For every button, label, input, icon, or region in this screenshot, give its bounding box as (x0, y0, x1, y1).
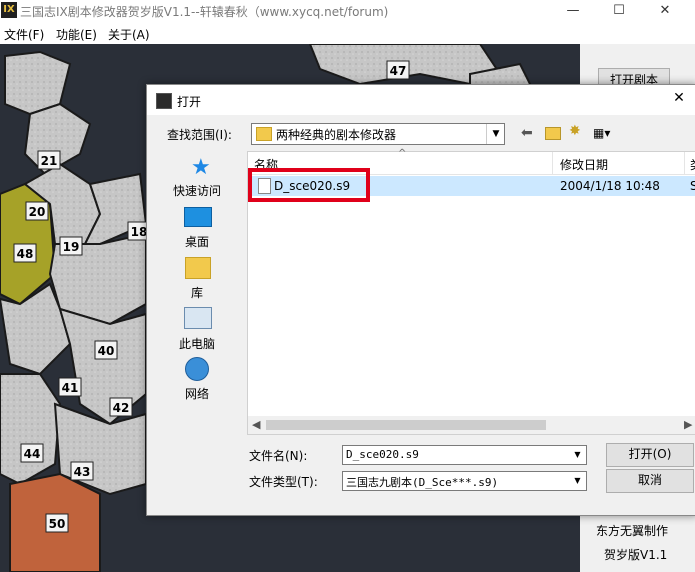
province-label[interactable]: 18 (131, 225, 148, 239)
menu-bar (0, 22, 695, 44)
filename-value: D_sce020.s9 (346, 448, 419, 461)
menu-file[interactable]: 文件(F) (4, 26, 44, 43)
lookin-label: 查找范围(I): (167, 128, 232, 142)
scroll-left-icon[interactable]: ◀ (252, 418, 260, 431)
province-label[interactable]: 21 (41, 154, 58, 168)
folder-icon (256, 127, 272, 141)
library-icon[interactable] (185, 257, 211, 279)
filename-label: 文件名(N): (249, 449, 308, 463)
menu-about[interactable]: 关于(A) (108, 26, 150, 43)
column-divider-2 (684, 152, 685, 174)
chevron-down-icon[interactable]: ▼ (569, 472, 586, 490)
scroll-right-icon[interactable]: ▶ (684, 418, 692, 431)
file-date: 2004/1/18 10:48 (560, 179, 660, 193)
up-folder-icon[interactable] (545, 127, 561, 140)
horizontal-scrollbar[interactable]: ◀ ▶ (248, 416, 695, 434)
province-label[interactable]: 42 (113, 401, 130, 415)
desktop-icon[interactable] (184, 207, 212, 227)
place-library[interactable]: 库 (162, 284, 232, 301)
filetype-select[interactable]: 三国志九剧本(D_Sce***.s9) ▼ (342, 471, 587, 491)
column-extra[interactable]: 类 (690, 156, 695, 173)
province-label[interactable]: 43 (74, 465, 91, 479)
filename-input[interactable]: D_sce020.s9 ▼ (342, 445, 587, 465)
place-this-pc[interactable]: 此电脑 (162, 335, 232, 352)
back-icon[interactable]: ⬅ (521, 125, 533, 141)
file-list[interactable]: ^ 名称 修改日期 类 D_sce020.s9 2004/1/18 10:48 … (247, 148, 695, 435)
new-folder-icon[interactable]: ✸ (569, 123, 581, 139)
file-extra: S (690, 179, 695, 193)
province-label[interactable]: 41 (62, 381, 79, 395)
lookin-value: 两种经典的剧本修改器 (276, 128, 397, 142)
this-pc-icon[interactable] (184, 307, 212, 329)
filetype-value: 三国志九剧本(D_Sce***.s9) (346, 476, 499, 489)
dialog-close-button[interactable]: ✕ (667, 90, 691, 110)
highlight-box (248, 168, 370, 202)
province-label[interactable]: 40 (98, 344, 115, 358)
province-label[interactable]: 19 (63, 240, 80, 254)
province-label[interactable]: 48 (17, 247, 34, 261)
network-icon[interactable] (185, 357, 209, 381)
minimize-button[interactable]: — (550, 0, 596, 22)
place-quick-access[interactable]: 快速访问 (162, 182, 232, 199)
quick-access-icon[interactable]: ★ (191, 155, 211, 180)
province-label[interactable]: 50 (49, 517, 66, 531)
province-label[interactable]: 44 (24, 447, 41, 461)
dialog-app-icon (156, 93, 172, 109)
province-label[interactable]: 20 (29, 205, 46, 219)
view-menu-icon[interactable]: ▦▾ (593, 126, 610, 140)
credit-line-1: 东方无翼制作 (596, 524, 669, 538)
lookin-combo[interactable]: 两种经典的剧本修改器 ▼ (251, 123, 505, 145)
chevron-down-icon[interactable]: ▼ (486, 124, 505, 144)
sort-caret-icon: ^ (398, 148, 407, 159)
window-title: 三国志IX剧本修改器贺岁版V1.1--轩辕春秋（www.xycq.net/for… (20, 5, 389, 19)
menu-function[interactable]: 功能(E) (56, 26, 97, 43)
column-date[interactable]: 修改日期 (560, 156, 608, 173)
dialog-title-bar (147, 85, 695, 115)
scroll-thumb[interactable] (266, 420, 546, 430)
place-desktop[interactable]: 桌面 (162, 233, 232, 250)
filetype-label: 文件类型(T): (249, 475, 318, 489)
column-divider (552, 152, 553, 174)
province-label[interactable]: 47 (390, 64, 407, 78)
cancel-button[interactable]: 取消 (606, 469, 694, 493)
dialog-title: 打开 (177, 95, 202, 109)
chevron-down-icon[interactable]: ▼ (569, 446, 586, 464)
open-button[interactable]: 打开(O) (606, 443, 694, 467)
credit-line-2: 贺岁版V1.1 (604, 548, 668, 562)
open-dialog: 打开 ✕ 查找范围(I): 两种经典的剧本修改器 ▼ ⬅ ✸ ▦▾ ★ 快速访问… (146, 84, 695, 516)
maximize-button[interactable]: ☐ (596, 0, 642, 22)
close-button[interactable]: ✕ (642, 0, 688, 22)
place-network[interactable]: 网络 (162, 385, 232, 402)
app-icon: IX (1, 2, 17, 18)
